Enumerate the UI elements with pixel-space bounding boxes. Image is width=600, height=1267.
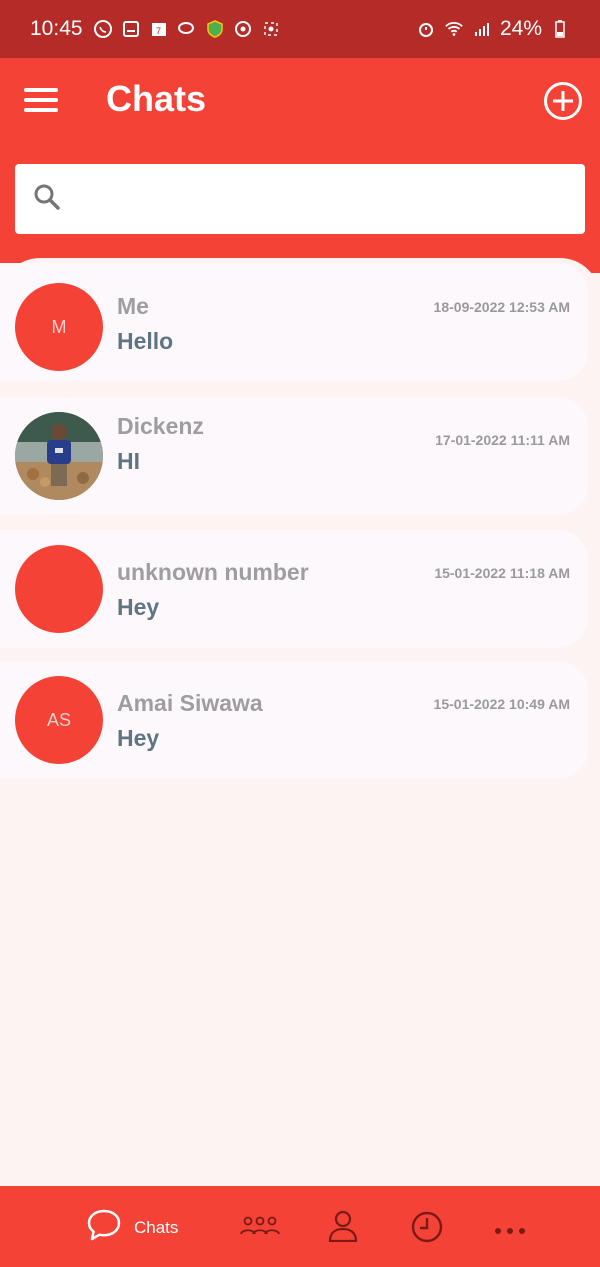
more-dots-icon: [494, 1222, 526, 1240]
whatsapp-icon: [93, 19, 113, 39]
shield-icon: [205, 19, 225, 39]
avatar: AS: [15, 676, 103, 764]
chat-item-me[interactable]: M Me Hello 18-09-2022 12:53 AM: [0, 263, 588, 381]
screen-record-icon: [261, 19, 281, 39]
avatar: M: [15, 283, 103, 371]
wifi-icon: [444, 19, 464, 39]
battery-charging-icon: [550, 19, 570, 39]
menu-icon[interactable]: [24, 88, 58, 114]
chat-name: Me: [117, 293, 149, 319]
svg-text:7: 7: [156, 26, 161, 36]
signal-icon: [472, 19, 492, 39]
message-icon: [121, 19, 141, 39]
avatar: [15, 412, 103, 500]
alarm-icon: [416, 19, 436, 39]
chat-name: unknown number: [117, 559, 309, 585]
nav-chats[interactable]: Chats: [86, 1208, 178, 1247]
nav-history[interactable]: [410, 1210, 444, 1249]
add-chat-button[interactable]: [544, 82, 582, 120]
chat-timestamp: 15-01-2022 10:49 AM: [433, 696, 570, 712]
status-bar: 10:45 7 24%: [0, 0, 600, 58]
clock-icon: [410, 1210, 444, 1249]
search-bar[interactable]: [15, 164, 585, 234]
bottom-navigation: Chats: [0, 1186, 600, 1267]
search-icon: [33, 183, 61, 216]
calendar-icon: 7: [149, 19, 169, 39]
groups-icon: [240, 1214, 280, 1243]
app-header: Chats: [0, 58, 600, 273]
heart-monitor-icon: [233, 19, 253, 39]
chat-timestamp: 18-09-2022 12:53 AM: [433, 299, 570, 315]
nav-more[interactable]: [494, 1222, 526, 1240]
chat-name: Dickenz: [117, 413, 204, 439]
chat-last-message: Hey: [117, 594, 160, 620]
notification-icons: 7: [93, 19, 281, 39]
chat-name: Amai Siwawa: [117, 690, 263, 716]
chat-bubble-icon: [86, 1208, 122, 1247]
nav-chats-label: Chats: [134, 1217, 179, 1237]
chat-item-dickenz[interactable]: Dickenz HI 17-01-2022 11:11 AM: [0, 397, 588, 515]
battery-percent: 24%: [499, 17, 542, 40]
chat-bubbles-icon: [177, 19, 197, 39]
chat-item-amai-siwawa[interactable]: AS Amai Siwawa Hey 15-01-2022 10:49 AM: [0, 661, 588, 779]
profile-photo-icon: [15, 412, 103, 500]
system-status: 24%: [416, 17, 570, 41]
chat-timestamp: 15-01-2022 11:18 AM: [434, 565, 570, 581]
person-icon: [328, 1210, 358, 1247]
chat-last-message: Hello: [117, 328, 174, 354]
chat-last-message: Hey: [117, 725, 160, 751]
search-input[interactable]: [75, 187, 585, 211]
nav-groups[interactable]: [240, 1214, 280, 1243]
avatar: [15, 545, 103, 633]
page-title: Chats: [106, 78, 207, 119]
nav-profile[interactable]: [328, 1210, 358, 1247]
chat-last-message: HI: [117, 448, 140, 474]
chat-item-unknown-number[interactable]: unknown number Hey 15-01-2022 11:18 AM: [0, 530, 588, 648]
status-time: 10:45: [30, 17, 83, 40]
chat-timestamp: 17-01-2022 11:11 AM: [435, 432, 570, 448]
